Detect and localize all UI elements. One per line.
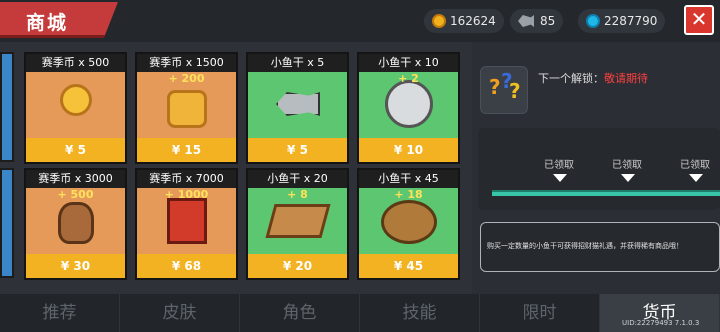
item-price[interactable]: ¥ 10	[359, 138, 458, 162]
fish-tray-icon	[265, 204, 331, 238]
fish-amount: 85	[540, 14, 556, 28]
description-box: 购买一定数量的小鱼干可获得招财猫礼遇，并获得稀有商品哦！	[480, 222, 720, 272]
item-price[interactable]: ¥ 68	[137, 254, 236, 278]
mystery-reward-box: ? ? ?	[480, 66, 528, 114]
next-unlock-value: 敬请期待	[604, 72, 648, 85]
gem-amount: 2287790	[604, 14, 658, 28]
question-mark-icon: ?	[509, 79, 521, 103]
item-bonus: + 200	[168, 72, 205, 85]
category-tabs: 推荐 皮肤 角色 技能 限时 货币	[0, 294, 720, 332]
coin-chest-icon	[167, 198, 207, 244]
shop-item-card[interactable]: 赛季币 x 1500 + 200 ¥ 15	[135, 52, 238, 164]
coin-bag-icon	[58, 202, 94, 244]
item-bonus: + 8	[287, 188, 308, 201]
gem-counter: 2287790	[578, 9, 666, 33]
fish-plate-icon	[385, 80, 433, 128]
question-mark-icon: ?	[489, 75, 501, 99]
fish-icon	[518, 15, 534, 27]
item-name: 小鱼干 x 45	[359, 170, 458, 188]
milestone-status: 已领取	[680, 160, 710, 171]
item-bonus: + 500	[57, 188, 94, 201]
item-grid: 赛季币 x 500 ¥ 5 赛季币 x 1500 + 200 ¥ 15 小鱼干 …	[0, 42, 472, 294]
partial-card-left[interactable]	[0, 168, 14, 278]
item-price[interactable]: ¥ 20	[248, 254, 347, 278]
item-name: 赛季币 x 1500	[137, 54, 236, 72]
tab-characters[interactable]: 角色	[240, 294, 360, 332]
item-name: 小鱼干 x 20	[248, 170, 347, 188]
tab-skins[interactable]: 皮肤	[120, 294, 240, 332]
item-bonus: + 1000	[164, 188, 209, 201]
shop-item-card[interactable]: 赛季币 x 7000 + 1000 ¥ 68	[135, 168, 238, 280]
shop-item-card[interactable]: 小鱼干 x 5 ¥ 5	[246, 52, 349, 164]
gem-icon	[586, 14, 600, 28]
coin-stack-icon	[167, 90, 207, 128]
gold-amount: 162624	[450, 14, 496, 28]
single-fish-icon	[276, 92, 320, 116]
item-price[interactable]: ¥ 5	[26, 138, 125, 162]
shop-item-card[interactable]: 小鱼干 x 10 + 2 ¥ 10	[357, 52, 460, 164]
shop-item-card[interactable]: 小鱼干 x 45 + 18 ¥ 45	[357, 168, 460, 280]
milestone-status: 已领取	[544, 160, 574, 171]
shop-item-card[interactable]: 赛季币 x 500 ¥ 5	[24, 52, 127, 164]
item-bonus: + 2	[398, 72, 419, 85]
gold-coin-icon	[432, 14, 446, 28]
close-x-icon: ✕	[690, 7, 708, 31]
partial-card-left[interactable]	[0, 52, 14, 162]
uid-label: UID:22279493 7.1.0.3	[622, 319, 700, 327]
item-price[interactable]: ¥ 30	[26, 254, 125, 278]
next-unlock-label: 下一个解锁：敬请期待	[538, 70, 648, 86]
item-name: 小鱼干 x 10	[359, 54, 458, 72]
milestone-status: 已领取	[612, 160, 642, 171]
gold-counter: 162624	[424, 9, 504, 33]
item-bonus: + 18	[394, 188, 423, 201]
unlock-panel: ? ? ? 下一个解锁：敬请期待 已领取 已领取 已领取 购买一定数量的小鱼干可…	[472, 42, 720, 294]
item-image	[26, 72, 125, 138]
item-name: 赛季币 x 7000	[137, 170, 236, 188]
item-name: 赛季币 x 500	[26, 54, 125, 72]
item-price[interactable]: ¥ 45	[359, 254, 458, 278]
milestone-track: 已领取 已领取 已领取	[478, 128, 720, 210]
page-title: 商城	[26, 12, 69, 34]
tab-skills[interactable]: 技能	[360, 294, 480, 332]
top-bar: 商城 162624 85 2287790 ✕	[0, 0, 720, 42]
milestone-marker-icon	[689, 174, 703, 182]
season-coin-icon	[60, 84, 92, 116]
shop-item-card[interactable]: 赛季币 x 3000 + 500 ¥ 30	[24, 168, 127, 280]
item-name: 赛季币 x 3000	[26, 170, 125, 188]
item-image	[248, 72, 347, 138]
tab-recommended[interactable]: 推荐	[0, 294, 120, 332]
item-price[interactable]: ¥ 15	[137, 138, 236, 162]
item-price[interactable]: ¥ 5	[248, 138, 347, 162]
item-name: 小鱼干 x 5	[248, 54, 347, 72]
milestone-marker-icon	[621, 174, 635, 182]
tab-limited[interactable]: 限时	[480, 294, 600, 332]
shop-item-card[interactable]: 小鱼干 x 20 + 8 ¥ 20	[246, 168, 349, 280]
next-unlock-text: 下一个解锁：	[538, 72, 604, 85]
progress-bar	[492, 190, 720, 196]
milestone-marker-icon	[553, 174, 567, 182]
fish-counter: 85	[510, 9, 564, 33]
close-button[interactable]: ✕	[684, 5, 714, 35]
fish-basket-icon	[381, 200, 437, 244]
